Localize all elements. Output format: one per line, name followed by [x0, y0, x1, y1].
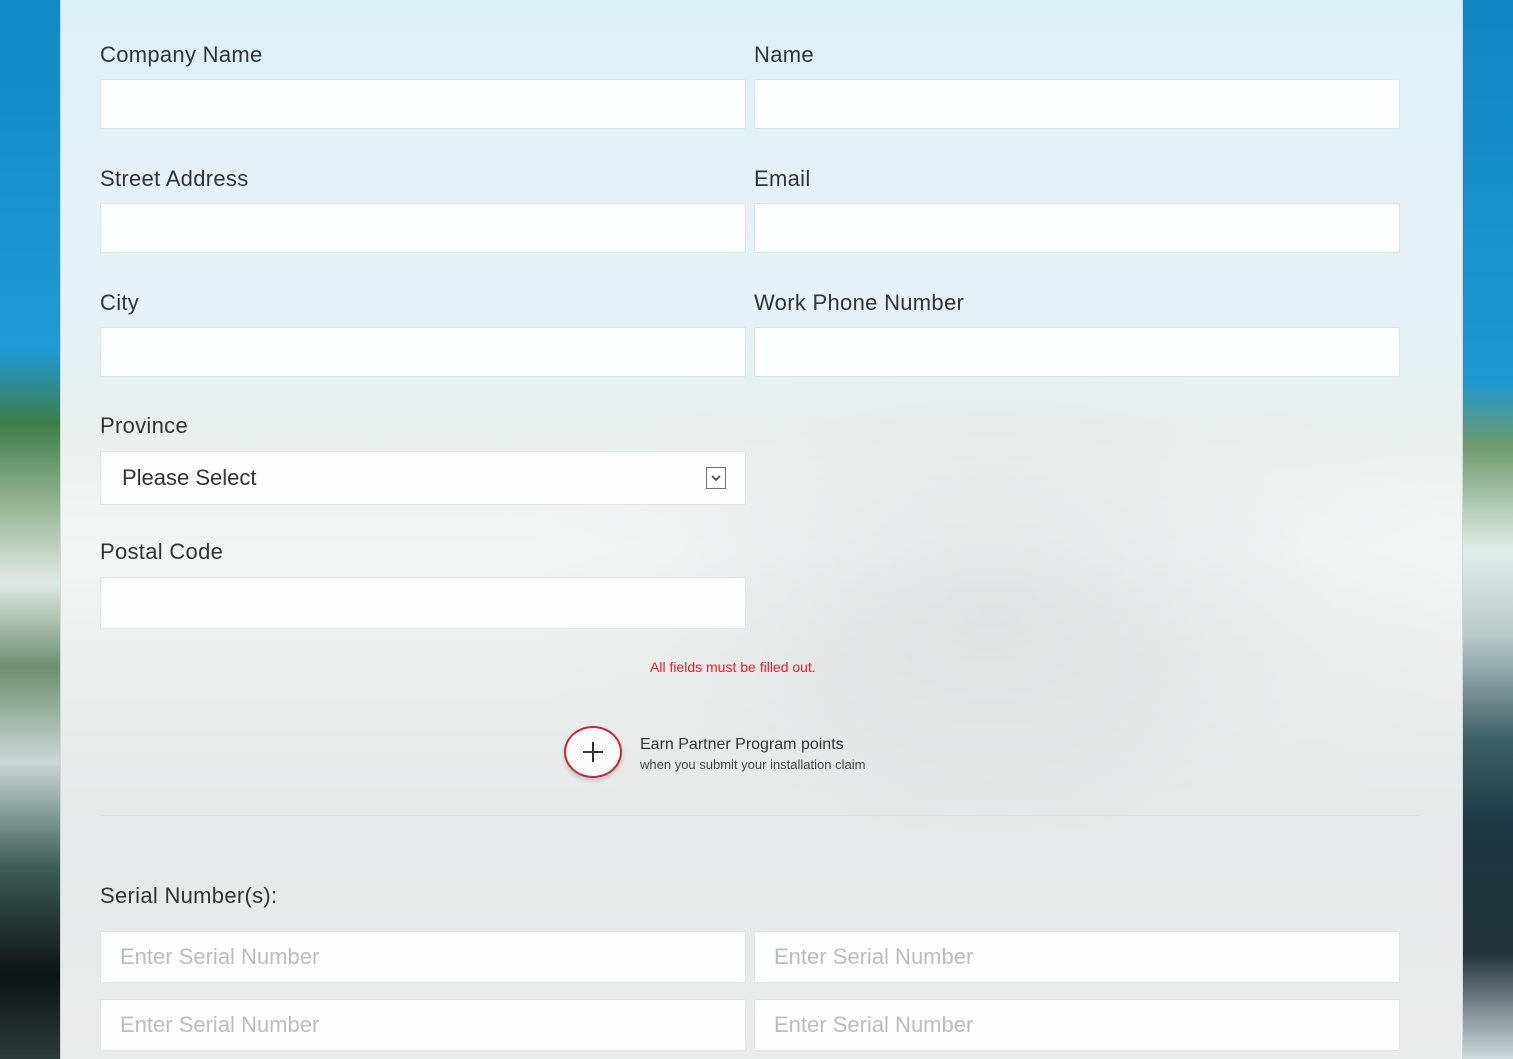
- province-selected-value: Please Select: [122, 465, 257, 490]
- serial-number-field[interactable]: Enter Serial Number: [100, 931, 746, 983]
- background-right-strip: [1461, 0, 1513, 1059]
- promo-subtitle: when you submit your installation claim: [640, 757, 866, 772]
- street-address-field[interactable]: [100, 203, 746, 253]
- serial-number-field[interactable]: Enter Serial Number: [754, 999, 1400, 1051]
- background-left-strip: [0, 0, 60, 1059]
- validation-message: All fields must be filled out.: [650, 659, 816, 675]
- work-phone-field[interactable]: [754, 327, 1400, 377]
- promo-title: Earn Partner Program points: [640, 736, 844, 753]
- company-name-field[interactable]: [100, 79, 746, 129]
- email-label: Email: [754, 166, 811, 191]
- street-address-label: Street Address: [100, 166, 249, 191]
- name-field[interactable]: [754, 79, 1400, 129]
- serial-number-field[interactable]: Enter Serial Number: [100, 999, 746, 1051]
- email-field[interactable]: [754, 203, 1400, 253]
- section-divider: [100, 815, 1420, 816]
- serial-number-field[interactable]: Enter Serial Number: [754, 931, 1400, 983]
- serial-number-placeholder: Enter Serial Number: [120, 944, 320, 969]
- plus-icon[interactable]: [564, 726, 622, 778]
- work-phone-label: Work Phone Number: [754, 290, 965, 315]
- serial-numbers-label: Serial Number(s):: [100, 883, 278, 908]
- city-field[interactable]: [100, 327, 746, 377]
- postal-code-label: Postal Code: [100, 539, 224, 564]
- postal-code-field[interactable]: [100, 577, 746, 629]
- city-label: City: [100, 290, 140, 315]
- serial-number-placeholder: Enter Serial Number: [120, 1012, 320, 1037]
- province-label: Province: [100, 413, 188, 438]
- province-select[interactable]: Please Select: [100, 451, 746, 505]
- name-label: Name: [754, 42, 814, 67]
- serial-number-placeholder: Enter Serial Number: [774, 1012, 974, 1037]
- serial-number-placeholder: Enter Serial Number: [774, 944, 974, 969]
- chevron-down-icon[interactable]: [706, 467, 726, 489]
- company-name-label: Company Name: [100, 42, 263, 67]
